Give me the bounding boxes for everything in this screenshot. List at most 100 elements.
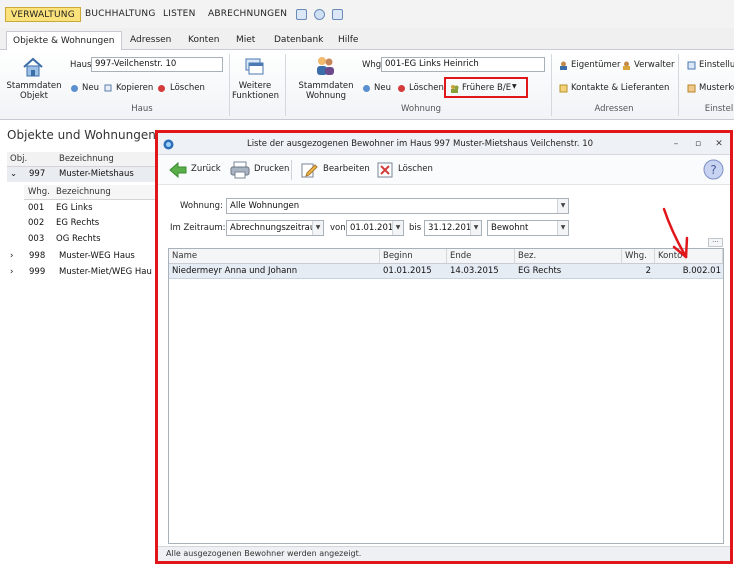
- object-id: 998: [29, 251, 46, 261]
- einstellungen-button[interactable]: Einstellu: [699, 60, 734, 70]
- col-obj[interactable]: Obj.: [10, 152, 27, 167]
- drucken-button[interactable]: Drucken: [254, 164, 289, 174]
- cell-bez: EG Rechts: [518, 266, 562, 276]
- chevron-down-icon[interactable]: ▼: [557, 199, 568, 213]
- table-row[interactable]: › 998 Muster-WEG Haus: [7, 249, 156, 264]
- col-beginn[interactable]: Beginn: [380, 249, 447, 264]
- haus-neu-button[interactable]: Neu: [82, 83, 99, 93]
- copy-icon: [104, 84, 112, 92]
- bearbeiten-button[interactable]: Bearbeiten: [323, 164, 370, 174]
- dialog-title: Liste der ausgezogenen Bewohner im Haus …: [246, 139, 594, 149]
- bis-label: bis: [409, 223, 422, 233]
- menu-verwaltung[interactable]: VERWALTUNG: [5, 7, 81, 22]
- apartment-name: EG Links: [56, 203, 93, 213]
- von-label: von: [330, 223, 346, 233]
- list-item[interactable]: 003 OG Rechts: [24, 232, 156, 247]
- menu-buchhaltung[interactable]: BUCHHALTUNG: [80, 7, 161, 22]
- list-item[interactable]: 002 EG Rechts: [24, 216, 156, 231]
- chevron-down-icon[interactable]: ▼: [392, 221, 403, 235]
- menu-abrechnungen[interactable]: ABRECHNUNGEN: [203, 7, 292, 22]
- menu-listen[interactable]: LISTEN: [158, 7, 201, 22]
- chevron-down-icon[interactable]: ▼: [557, 221, 568, 235]
- whg-input[interactable]: 001-EG Links Heinrich: [381, 57, 545, 72]
- tab-adressen[interactable]: Adressen: [124, 31, 177, 50]
- people-icon[interactable]: [314, 54, 336, 76]
- chevron-down-icon[interactable]: ▼: [312, 221, 323, 235]
- house-icon[interactable]: [22, 56, 44, 78]
- object-id: 999: [29, 267, 46, 277]
- cell-beginn: 01.01.2015: [383, 266, 432, 276]
- back-arrow-icon[interactable]: [168, 160, 188, 180]
- haus-loeschen-button[interactable]: Löschen: [170, 83, 205, 93]
- tab-konten[interactable]: Konten: [182, 31, 225, 50]
- group-label-haus: Haus: [131, 104, 153, 114]
- object-name: Muster-Miet/WEG Hau: [59, 267, 152, 277]
- table-row[interactable]: ⌄ 997 Muster-Mietshaus: [7, 167, 156, 182]
- ribbon-tabs: Objekte & Wohnungen Adressen Konten Miet…: [0, 28, 734, 50]
- new-icon: [363, 85, 370, 92]
- object-id: 997: [29, 169, 46, 179]
- status-select[interactable]: Bewohnt ▼: [487, 220, 569, 236]
- col-bezeichnung[interactable]: Bezeichnung: [56, 185, 111, 200]
- apartment-grid-header: Whg. Bezeichnung: [24, 185, 156, 200]
- zeitraum-select[interactable]: Abrechnungszeitraum ▼: [226, 220, 324, 236]
- whg-label: Whg: [362, 60, 382, 70]
- whg-loeschen-button[interactable]: Löschen: [409, 83, 444, 93]
- tab-miet[interactable]: Miet: [230, 31, 261, 50]
- bis-date-input[interactable]: 31.12.2015 ▼: [424, 220, 482, 236]
- column-chooser-icon[interactable]: ···: [708, 238, 723, 247]
- edit-icon[interactable]: [300, 161, 318, 179]
- zurueck-button[interactable]: Zurück: [191, 164, 221, 174]
- template-icon: [687, 84, 696, 93]
- close-icon[interactable]: ✕: [713, 138, 725, 150]
- chevron-down-icon[interactable]: ▼: [470, 221, 481, 235]
- printer-icon[interactable]: [229, 160, 251, 180]
- delete-icon: [158, 85, 165, 92]
- col-ende[interactable]: Ende: [447, 249, 515, 264]
- musterkonten-button[interactable]: Musterko: [699, 83, 734, 93]
- loeschen-button[interactable]: Löschen: [398, 164, 433, 174]
- col-bez[interactable]: Bez.: [515, 249, 622, 264]
- toolbar-grid-icon[interactable]: [296, 9, 307, 20]
- help-icon[interactable]: ?: [703, 159, 724, 180]
- residents-table: [168, 248, 724, 544]
- group-label-adressen: Adressen: [594, 104, 634, 114]
- weitere-funktionen-button[interactable]: Weitere Funktionen: [232, 81, 279, 101]
- wohnung-select[interactable]: Alle Wohnungen ▼: [226, 198, 569, 214]
- stammdaten-objekt-button[interactable]: Stammdaten Objekt: [6, 81, 62, 101]
- col-whg[interactable]: Whg.: [28, 185, 50, 200]
- eigentuemer-button[interactable]: Eigentümer: [571, 60, 620, 70]
- toolbar-window-icon[interactable]: [332, 9, 343, 20]
- verwalter-button[interactable]: Verwalter: [634, 60, 674, 70]
- delete-icon: [398, 85, 405, 92]
- window-stack-icon[interactable]: [243, 56, 265, 78]
- kontakte-lieferanten-button[interactable]: Kontakte & Lieferanten: [571, 83, 669, 93]
- table-row[interactable]: › 999 Muster-Miet/WEG Hau: [7, 265, 156, 280]
- haus-label: Haus: [70, 60, 92, 70]
- owner-icon: [560, 61, 567, 70]
- whg-neu-button[interactable]: Neu: [374, 83, 391, 93]
- list-item[interactable]: 001 EG Links: [24, 201, 156, 216]
- minimize-icon[interactable]: –: [670, 138, 682, 150]
- toolbar-refresh-icon[interactable]: [314, 9, 325, 20]
- object-grid-header: Obj. Bezeichnung: [7, 152, 156, 167]
- maximize-icon[interactable]: ▫: [692, 138, 704, 150]
- tab-datenbank[interactable]: Datenbank: [268, 31, 329, 50]
- col-bezeichnung[interactable]: Bezeichnung: [59, 152, 114, 167]
- expander-icon[interactable]: ›: [10, 265, 13, 280]
- expander-icon[interactable]: ›: [10, 249, 13, 264]
- annotation-arrow: [662, 207, 689, 259]
- von-date-input[interactable]: 01.01.2015 ▼: [346, 220, 404, 236]
- zeitraum-value: Abrechnungszeitraum: [230, 223, 324, 233]
- stammdaten-wohnung-button[interactable]: Stammdaten Wohnung: [296, 81, 356, 101]
- tab-hilfe[interactable]: Hilfe: [332, 31, 364, 50]
- expander-icon[interactable]: ⌄: [10, 167, 17, 182]
- delete-icon[interactable]: [376, 161, 394, 179]
- status-value: Bewohnt: [491, 223, 529, 233]
- haus-input[interactable]: 997-Veilchenstr. 10: [91, 57, 223, 72]
- col-name[interactable]: Name: [169, 249, 380, 264]
- tab-objekte-wohnungen[interactable]: Objekte & Wohnungen: [6, 31, 122, 50]
- zeitraum-label: Im Zeitraum:: [170, 223, 226, 233]
- fruehere-be-highlight: [444, 77, 528, 98]
- haus-kopieren-button[interactable]: Kopieren: [116, 83, 153, 93]
